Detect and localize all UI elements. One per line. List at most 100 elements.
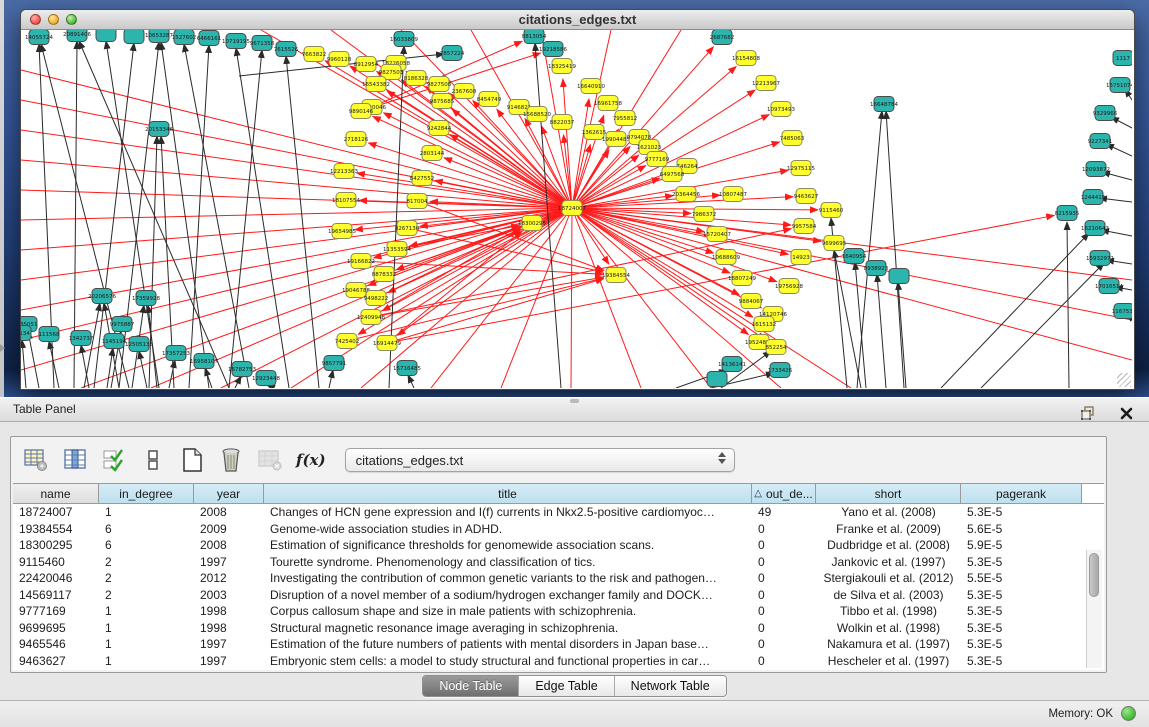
select-rows-icon[interactable] bbox=[101, 447, 127, 473]
graph-edge[interactable] bbox=[1067, 222, 1069, 388]
tab-edge-table[interactable]: Edge Table bbox=[519, 676, 614, 696]
graph-node[interactable] bbox=[707, 372, 727, 387]
graph-node-label: 9960128 bbox=[327, 57, 352, 63]
tab-network-table[interactable]: Network Table bbox=[615, 676, 726, 696]
graph-edge[interactable] bbox=[229, 50, 262, 388]
graph-edge[interactable] bbox=[572, 208, 641, 388]
graph-node-label: 19384554 bbox=[602, 273, 630, 279]
graph-node-label: 7425402 bbox=[335, 339, 360, 345]
graph-node-label: 8912954 bbox=[354, 62, 379, 68]
graph-edge[interactable] bbox=[21, 130, 572, 208]
cell-out: 0 bbox=[752, 653, 816, 670]
graph-edge[interactable] bbox=[329, 370, 333, 388]
column-header-name[interactable]: name bbox=[13, 484, 99, 503]
graph-node[interactable] bbox=[96, 30, 116, 42]
graph-node[interactable] bbox=[889, 269, 909, 284]
column-header-year[interactable]: year bbox=[194, 484, 264, 503]
graph-node-label: 18724007 bbox=[558, 206, 586, 212]
window-resize-grip[interactable] bbox=[1117, 373, 1131, 387]
graph-node-label: 8454749 bbox=[477, 97, 502, 103]
function-builder-icon[interactable]: f(x) bbox=[296, 451, 326, 469]
column-header-out_de[interactable]: △out_de... bbox=[752, 484, 816, 503]
graph-node-label: 9329966 bbox=[1093, 111, 1118, 117]
close-icon[interactable] bbox=[1113, 400, 1139, 426]
table-tabs: Node TableEdge TableNetwork Table bbox=[0, 675, 1149, 697]
delete-table-icon[interactable] bbox=[218, 447, 244, 473]
table-row[interactable]: 1938455462009Genome-wide association stu… bbox=[13, 521, 1104, 538]
table-row[interactable]: 2242004622012Investigating the contribut… bbox=[13, 570, 1104, 587]
column-header-pagerank[interactable]: pagerank bbox=[961, 484, 1082, 503]
graph-edge[interactable] bbox=[834, 250, 861, 388]
show-column-icon[interactable] bbox=[62, 447, 88, 473]
panel-collapse-arrow[interactable] bbox=[0, 344, 5, 352]
left-edge-strip bbox=[0, 0, 4, 397]
graph-node-label: 8215935 bbox=[1055, 211, 1080, 217]
table-row[interactable]: 977716911998Corpus callosum shape and si… bbox=[13, 603, 1104, 620]
table-row[interactable]: 1830029562008Estimation of significance … bbox=[13, 537, 1104, 554]
cell-short: Wolkin et al. (1998) bbox=[816, 620, 961, 637]
graph-edge[interactable] bbox=[408, 375, 414, 388]
graph-edge[interactable] bbox=[571, 208, 572, 388]
memory-ok-icon[interactable] bbox=[1121, 706, 1136, 721]
column-header-in_degree[interactable]: in_degree bbox=[99, 484, 194, 503]
graph-edge[interactable] bbox=[450, 135, 572, 208]
graph-node-label: 10807487 bbox=[719, 192, 747, 198]
graph-edge[interactable] bbox=[1102, 172, 1132, 180]
cell-pagerank: 5.6E-5 bbox=[961, 521, 1082, 538]
table-row[interactable]: 946362711997Embryonic stem cells: a mode… bbox=[13, 653, 1104, 670]
memory-status-label: Memory: OK bbox=[1048, 708, 1113, 720]
graph-edge[interactable] bbox=[22, 340, 26, 388]
graph-node-label: 1640954 bbox=[842, 254, 867, 260]
new-table-icon[interactable] bbox=[179, 447, 205, 473]
graph-edge[interactable] bbox=[941, 233, 1089, 388]
graph-edge[interactable] bbox=[877, 274, 886, 388]
table-row[interactable]: 1456911722003Disruption of a novel membe… bbox=[13, 587, 1104, 604]
cell-title: Embryonic stem cells: a model to study s… bbox=[264, 653, 752, 670]
graph-edge[interactable] bbox=[572, 208, 1132, 360]
cell-title: Disruption of a novel member of a sodium… bbox=[264, 587, 752, 604]
table-row[interactable]: 969969511998Structural magnetic resonanc… bbox=[13, 620, 1104, 637]
status-bar: Memory: OK bbox=[0, 700, 1149, 727]
graph-node[interactable] bbox=[124, 30, 144, 44]
graph-edge[interactable] bbox=[235, 376, 241, 388]
graph-node-label: 16543382 bbox=[362, 82, 390, 88]
graph-edge[interactable] bbox=[139, 351, 147, 388]
float-window-icon[interactable] bbox=[1075, 400, 1101, 426]
column-header-short[interactable]: short bbox=[816, 484, 961, 503]
cell-pagerank: 5.3E-5 bbox=[961, 554, 1082, 571]
cell-title: Investigating the contribution of common… bbox=[264, 570, 752, 587]
scrollbar-thumb[interactable] bbox=[1089, 553, 1099, 597]
table-select-dropdown[interactable]: citations_edges.txt bbox=[345, 448, 735, 472]
network-canvas[interactable]: 1872400776638229960128891295418226058982… bbox=[21, 30, 1132, 388]
splitter-grip[interactable] bbox=[570, 399, 579, 403]
graph-edge[interactable] bbox=[855, 262, 866, 388]
row-height-icon[interactable] bbox=[140, 447, 166, 473]
network-window: citations_edges.txt 1872400776 bbox=[20, 9, 1135, 390]
column-header-title[interactable]: title bbox=[264, 484, 752, 503]
graph-edge[interactable] bbox=[236, 48, 289, 388]
network-graph[interactable]: 1872400776638229960128891295418226058982… bbox=[21, 30, 1132, 388]
graph-edge[interactable] bbox=[21, 160, 572, 208]
table-row[interactable]: 911546021997Tourette syndrome. Phenomeno… bbox=[13, 554, 1104, 571]
graph-node-label: 2367608 bbox=[452, 89, 477, 95]
graph-edge[interactable] bbox=[572, 208, 711, 388]
graph-edge[interactable] bbox=[161, 42, 209, 388]
table-options-icon[interactable] bbox=[23, 447, 49, 473]
cell-out: 0 bbox=[752, 620, 816, 637]
cell-in_degree: 6 bbox=[99, 521, 194, 538]
delete-column-icon[interactable] bbox=[257, 447, 283, 473]
cell-title: Estimation of significance thresholds fo… bbox=[264, 537, 752, 554]
graph-node-label: 9699695 bbox=[822, 241, 847, 247]
graph-node-label: 8938923 bbox=[864, 266, 889, 272]
graph-edge[interactable] bbox=[572, 196, 673, 208]
window-titlebar[interactable]: citations_edges.txt bbox=[21, 10, 1134, 30]
graph-edge[interactable] bbox=[286, 56, 319, 388]
cell-short: Yano et al. (2008) bbox=[816, 504, 961, 521]
table-row[interactable]: 1872400712008Changes of HCN gene express… bbox=[13, 504, 1104, 521]
graph-node-label: 14055724 bbox=[25, 35, 53, 41]
tab-node-table[interactable]: Node Table bbox=[423, 676, 519, 696]
table-row[interactable]: 946554611997Estimation of the future num… bbox=[13, 636, 1104, 653]
graph-edge[interactable] bbox=[221, 208, 572, 388]
graph-edge[interactable] bbox=[886, 111, 904, 388]
table-scrollbar[interactable] bbox=[1086, 550, 1102, 668]
